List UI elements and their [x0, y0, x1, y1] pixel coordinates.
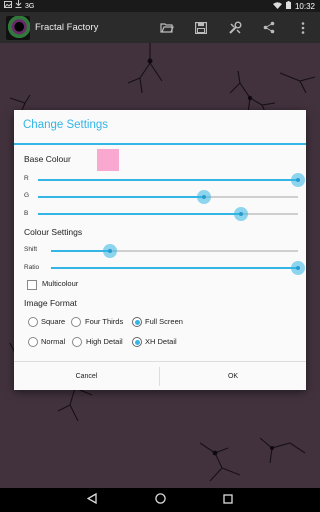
shift-slider-thumb[interactable] [103, 243, 118, 258]
shift-slider-fill [51, 250, 111, 252]
g-slider[interactable] [38, 189, 298, 204]
r-slider[interactable] [38, 172, 305, 187]
dialog-title: Change Settings [23, 119, 109, 131]
clock-text: 10:32 [294, 1, 315, 11]
back-icon [86, 491, 97, 509]
photo-icon [4, 0, 12, 12]
ratio-slider[interactable] [51, 260, 305, 275]
image-format-heading: Image Format [24, 298, 77, 308]
home-button[interactable] [126, 488, 194, 512]
dialog-button-bar: Cancel OK [14, 361, 306, 391]
status-bar: 3G 10:32 [0, 0, 320, 12]
ratio-slider-thumb[interactable] [291, 260, 305, 275]
settings-icon [228, 21, 242, 35]
radio-four-thirds-label: Four Thirds [85, 317, 124, 326]
shift-slider[interactable] [51, 243, 298, 258]
ok-button[interactable]: OK [160, 362, 306, 391]
g-slider-label: G [24, 192, 30, 199]
recents-icon [223, 491, 233, 509]
app-title: Fractal Factory [35, 22, 99, 33]
open-folder-button[interactable] [150, 12, 184, 43]
radio-full-screen[interactable] [132, 317, 142, 327]
b-slider-fill [38, 213, 241, 215]
change-settings-dialog: Change Settings Base Colour R G B Colour… [14, 110, 306, 390]
navigation-bar [0, 488, 320, 512]
base-colour-swatch [97, 149, 119, 171]
r-slider-fill [38, 179, 298, 181]
radio-xh-detail[interactable] [132, 337, 142, 347]
save-button[interactable] [184, 12, 218, 43]
radio-four-thirds[interactable] [71, 317, 81, 327]
r-slider-thumb[interactable] [291, 172, 305, 187]
colour-settings-heading: Colour Settings [24, 227, 83, 237]
wifi-icon [272, 1, 282, 11]
open-folder-icon [160, 22, 174, 34]
ratio-slider-fill [51, 267, 298, 269]
save-icon [195, 21, 207, 34]
share-button[interactable] [252, 12, 286, 43]
base-colour-heading: Base Colour [24, 154, 71, 164]
recents-button[interactable] [194, 488, 262, 512]
back-button[interactable] [58, 488, 126, 512]
g-slider-fill [38, 196, 205, 198]
radio-high-detail[interactable] [72, 337, 82, 347]
b-slider[interactable] [38, 206, 298, 221]
multicolour-checkbox[interactable] [27, 280, 37, 290]
radio-high-detail-label: High Detail [86, 337, 123, 346]
home-icon [154, 491, 166, 509]
b-slider-label: B [24, 210, 29, 217]
battery-icon [285, 1, 291, 11]
radio-square[interactable] [28, 317, 38, 327]
app-logo [6, 15, 30, 40]
r-slider-label: R [24, 175, 29, 182]
overflow-menu-button[interactable] [286, 12, 320, 43]
multicolour-label: Multicolour [42, 279, 79, 288]
radio-square-label: Square [41, 317, 66, 326]
ratio-slider-label: Ratio [24, 264, 40, 271]
title-divider [14, 143, 306, 145]
download-icon [15, 0, 22, 12]
share-icon [263, 21, 275, 34]
radio-normal-label: Normal [41, 337, 66, 346]
settings-button[interactable] [218, 12, 252, 43]
shift-slider-label: Shift [24, 246, 38, 253]
b-slider-thumb[interactable] [233, 206, 248, 221]
action-bar: Fractal Factory [0, 12, 320, 43]
g-slider-thumb[interactable] [197, 189, 212, 204]
overflow-menu-icon [301, 21, 305, 34]
signal-type-text: 3G [25, 2, 35, 10]
cancel-button[interactable]: Cancel [14, 362, 159, 391]
radio-xh-detail-label: XH Detail [145, 337, 177, 346]
radio-normal[interactable] [28, 337, 38, 347]
radio-full-screen-label: Full Screen [145, 317, 183, 326]
